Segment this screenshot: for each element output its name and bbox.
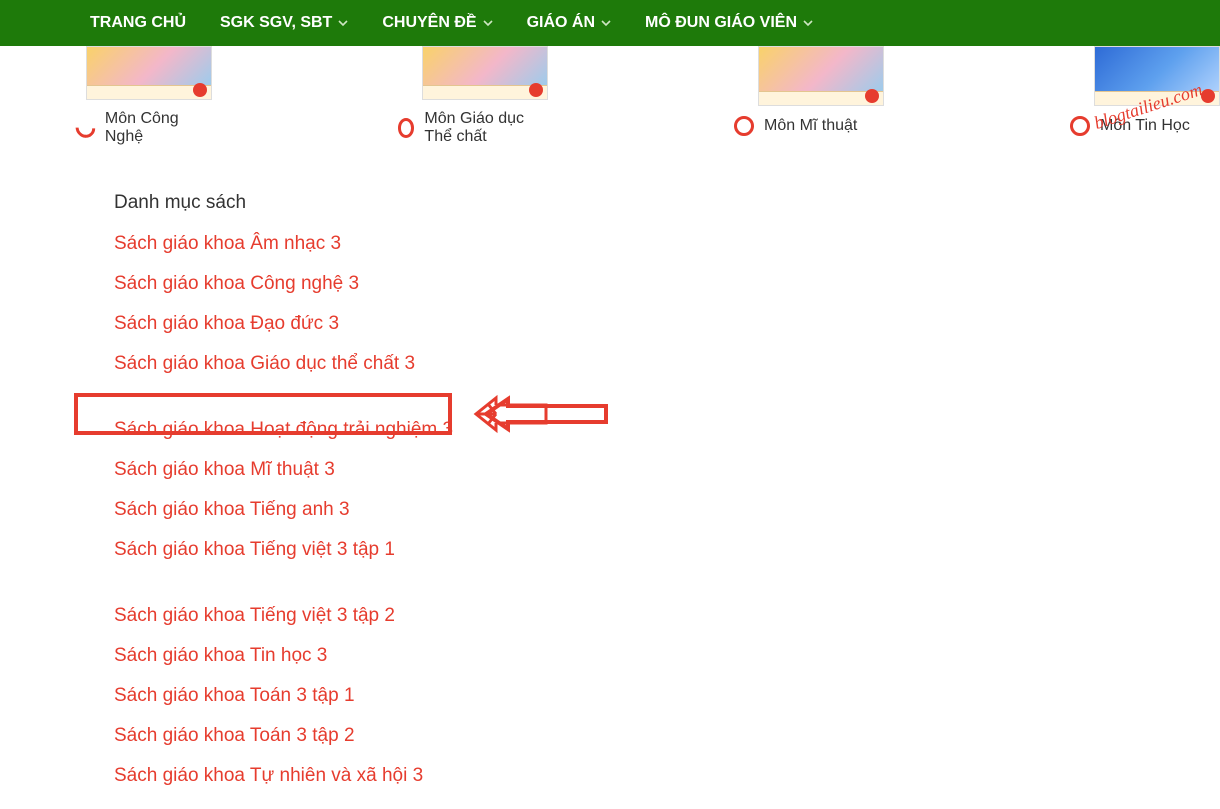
book-thumbnail[interactable] <box>1094 46 1220 106</box>
book-link[interactable]: Sách giáo khoa Tiếng việt 3 tập 2 <box>114 596 1220 636</box>
nav-label: GIÁO ÁN <box>527 14 595 32</box>
nav-label: TRANG CHỦ <box>90 14 186 32</box>
subject-tin-hoc[interactable]: Môn Tin Học <box>1094 46 1220 146</box>
chevron-down-icon <box>338 18 348 28</box>
book-link[interactable]: Sách giáo khoa Đạo đức 3 <box>114 304 1220 344</box>
chevron-down-icon <box>803 18 813 28</box>
chevron-down-icon <box>483 18 493 28</box>
book-link[interactable]: Sách giáo khoa Công nghệ 3 <box>114 264 1220 304</box>
top-navbar: TRANG CHỦ SGK SGV, SBT CHUYÊN ĐỀ GIÁO ÁN… <box>0 0 1220 46</box>
book-link[interactable]: Sách giáo khoa Mĩ thuật 3 <box>114 450 1220 490</box>
nav-giao-an[interactable]: GIÁO ÁN <box>527 14 611 32</box>
stamp-icon <box>193 83 207 97</box>
subject-label: Môn Công Nghệ <box>105 110 212 146</box>
book-link[interactable]: Sách giáo khoa Toán 3 tập 2 <box>114 716 1220 756</box>
radio-icon[interactable] <box>734 116 754 136</box>
book-thumbnail[interactable] <box>758 46 884 106</box>
stamp-icon <box>529 83 543 97</box>
book-list-heading: Danh mục sách <box>114 192 1220 214</box>
nav-label: MÔ ĐUN GIÁO VIÊN <box>645 14 797 32</box>
subject-mi-thuat[interactable]: Môn Mĩ thuật <box>758 46 884 146</box>
book-link[interactable]: Sách giáo khoa Toán 3 tập 1 <box>114 676 1220 716</box>
nav-sgk[interactable]: SGK SGV, SBT <box>220 14 348 32</box>
chevron-down-icon <box>601 18 611 28</box>
stamp-icon <box>1201 89 1215 103</box>
book-link[interactable]: Sách giáo khoa Tiếng anh 3 <box>114 490 1220 530</box>
nav-chuyen-de[interactable]: CHUYÊN ĐỀ <box>382 14 492 32</box>
book-link-highlighted[interactable]: Sách giáo khoa Hoạt động trải nghiệm 3 <box>114 410 1220 450</box>
book-thumbnail[interactable] <box>422 46 548 100</box>
book-thumbnail[interactable] <box>86 46 212 100</box>
subject-label: Môn Giáo dục Thể chất <box>424 110 548 146</box>
nav-modun[interactable]: MÔ ĐUN GIÁO VIÊN <box>645 14 813 32</box>
radio-icon[interactable] <box>1070 116 1090 136</box>
radio-icon[interactable] <box>72 114 99 141</box>
subject-the-chat[interactable]: Môn Giáo dục Thể chất <box>422 46 548 146</box>
subject-label: Môn Tin Học <box>1100 117 1190 135</box>
nav-label: CHUYÊN ĐỀ <box>382 14 476 32</box>
nav-home[interactable]: TRANG CHỦ <box>90 14 186 32</box>
subject-label: Môn Mĩ thuật <box>764 117 857 135</box>
nav-label: SGK SGV, SBT <box>220 14 332 32</box>
subject-cong-nghe[interactable]: Môn Công Nghệ <box>86 46 212 146</box>
book-link[interactable]: Sách giáo khoa Âm nhạc 3 <box>114 224 1220 264</box>
subjects-row: Môn Công Nghệ Môn Giáo dục Thể chất Môn … <box>86 46 1220 146</box>
book-link[interactable]: Sách giáo khoa Tiếng việt 3 tập 1 <box>114 530 1220 570</box>
stamp-icon <box>865 89 879 103</box>
radio-icon[interactable] <box>398 118 414 138</box>
book-list: Danh mục sách Sách giáo khoa Âm nhạc 3 S… <box>112 192 1220 796</box>
book-link[interactable]: Sách giáo khoa Tự nhiên và xã hội 3 <box>114 756 1220 796</box>
book-link[interactable]: Sách giáo khoa Giáo dục thể chất 3 <box>114 344 1220 384</box>
book-link[interactable]: Sách giáo khoa Tin học 3 <box>114 636 1220 676</box>
